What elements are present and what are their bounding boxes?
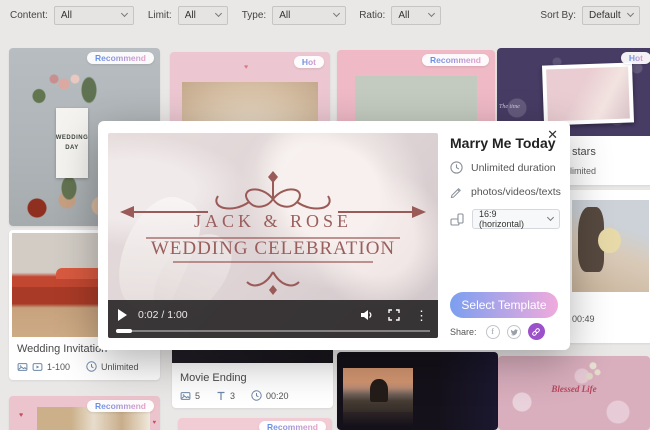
- ratio-select[interactable]: 16:9 (horizontal): [472, 209, 560, 229]
- type-filter-dropdown[interactable]: All: [272, 5, 347, 25]
- share-link-icon[interactable]: [527, 323, 545, 340]
- content-filter-value: All: [60, 9, 72, 21]
- ratio-filter-label: Ratio:: [359, 9, 386, 21]
- sort-by-label: Sort By:: [540, 9, 576, 21]
- ratio-select-value: 16:9 (horizontal): [479, 209, 525, 229]
- type-filter-value: All: [279, 9, 291, 21]
- video-player[interactable]: JACK & ROSE WEDDING CELEBRATION 0:02 / 1…: [108, 133, 438, 338]
- video-progress-played: [116, 329, 132, 333]
- clock-icon: [251, 390, 262, 401]
- fullscreen-icon[interactable]: [388, 309, 400, 321]
- ratio-filter-dropdown[interactable]: All: [391, 5, 442, 25]
- video-progress-bar[interactable]: [116, 329, 430, 333]
- ratio-filter-value: All: [398, 9, 410, 21]
- heart-icon: ♥: [244, 64, 249, 71]
- duration-value: Unlimited: [101, 361, 139, 372]
- media-types-row: photos/videos/texts: [450, 185, 561, 198]
- elephant-reflection: [343, 412, 413, 426]
- hot-badge: Hot: [620, 52, 650, 64]
- clock-icon: [86, 361, 97, 372]
- invitation-poster-line1: WEDDING: [56, 135, 88, 141]
- limit-filter-label: Limit:: [147, 9, 172, 21]
- pencil-icon: [450, 187, 461, 198]
- play-icon[interactable]: [118, 309, 127, 321]
- image-icon: [17, 362, 28, 371]
- ratio-row: 16:9 (horizontal): [450, 209, 560, 229]
- content-filter-label: Content:: [10, 9, 48, 21]
- chevron-down-icon: [428, 9, 436, 18]
- ornamental-frame: [120, 171, 426, 295]
- couple-meta: 00:49: [572, 314, 595, 324]
- template-card-pink[interactable]: Recommend: [178, 418, 332, 430]
- stars-card-meta: limited: [570, 166, 597, 176]
- movie-ending-meta: 5 3 00:20: [180, 390, 289, 401]
- template-preview-modal: JACK & ROSE WEDDING CELEBRATION 0:02 / 1…: [98, 121, 570, 350]
- limit-filter-dropdown[interactable]: All: [177, 5, 228, 25]
- video-icon: [32, 362, 43, 371]
- duration-row: Unlimited duration: [450, 161, 556, 174]
- content-filter-dropdown[interactable]: All: [53, 5, 134, 25]
- clock-icon: [450, 161, 463, 174]
- recommend-badge: Recommend: [258, 421, 326, 430]
- modal-title: Marry Me Today: [450, 135, 556, 151]
- video-time: 0:02 / 1:00: [138, 309, 188, 321]
- limit-filter-value: All: [184, 9, 196, 21]
- hot-badge: Hot: [293, 56, 324, 68]
- elephant-thumbnail: [343, 368, 413, 412]
- ratio-device-icon: [450, 213, 464, 226]
- duration-text: Unlimited duration: [471, 161, 556, 174]
- type-filter-label: Type:: [241, 9, 267, 21]
- invitation-poster-line2: DAY: [65, 145, 79, 151]
- video-controls-bar: 0:02 / 1:00 ⋮: [108, 300, 438, 338]
- stars-photo: [541, 62, 635, 126]
- text-icon: [217, 391, 225, 400]
- movie-ending-title: Movie Ending: [180, 372, 247, 384]
- select-template-button[interactable]: Select Template: [450, 292, 558, 318]
- recommend-badge: Recommend: [86, 400, 154, 412]
- stars-script-text: The time: [499, 104, 520, 110]
- chevron-down-icon: [546, 213, 555, 222]
- blessed-life-text: Blessed Life: [551, 384, 597, 394]
- video-overlay-title-line2: WEDDING CELEBRATION: [150, 238, 396, 259]
- wedding-invitation-title: Wedding Invitation: [17, 343, 108, 355]
- heart-icon: ♥: [152, 420, 156, 426]
- template-card-elephant[interactable]: [337, 352, 498, 430]
- chevron-down-icon: [120, 9, 128, 18]
- template-card-pink-flowers[interactable]: ♥ ♥ Recommend: [9, 396, 160, 430]
- image-count: 5: [195, 390, 201, 401]
- share-label: Share:: [450, 326, 477, 337]
- media-count: 1-100: [47, 361, 71, 372]
- share-row: Share: f: [450, 323, 545, 340]
- chevron-down-icon: [333, 9, 341, 18]
- sort-by-value: Default: [589, 9, 621, 21]
- volume-icon[interactable]: [359, 308, 373, 322]
- media-types-text: photos/videos/texts: [471, 185, 561, 198]
- recommend-badge: Recommend: [86, 52, 154, 64]
- invitation-poster-text-box: WEDDING DAY: [56, 108, 88, 178]
- filter-bar: Content: All Limit: All Type: All Ratio:…: [0, 0, 650, 30]
- sort-by-dropdown[interactable]: Default: [582, 5, 640, 25]
- video-overlay-title-line1: JACK & ROSE: [193, 211, 353, 231]
- recommend-badge: Recommend: [421, 54, 489, 66]
- couple-thumbnail: [572, 200, 649, 292]
- duration-value: 00:20: [266, 390, 289, 401]
- share-facebook-icon[interactable]: f: [485, 324, 500, 339]
- kebab-menu-icon[interactable]: ⋮: [415, 309, 428, 322]
- template-gallery-screen: Content: All Limit: All Type: All Ratio:…: [0, 0, 650, 430]
- image-icon: [180, 391, 191, 400]
- stars-card-title: stars: [572, 146, 596, 158]
- chevron-down-icon: [626, 9, 635, 18]
- share-twitter-icon[interactable]: [506, 324, 521, 339]
- chevron-down-icon: [214, 9, 222, 18]
- text-count: 3: [230, 390, 236, 401]
- wedding-invitation-meta: 1-100 Unlimited: [17, 361, 139, 372]
- heart-icon: ♥: [19, 412, 24, 419]
- template-card-blessed-life[interactable]: Blessed Life: [498, 356, 650, 430]
